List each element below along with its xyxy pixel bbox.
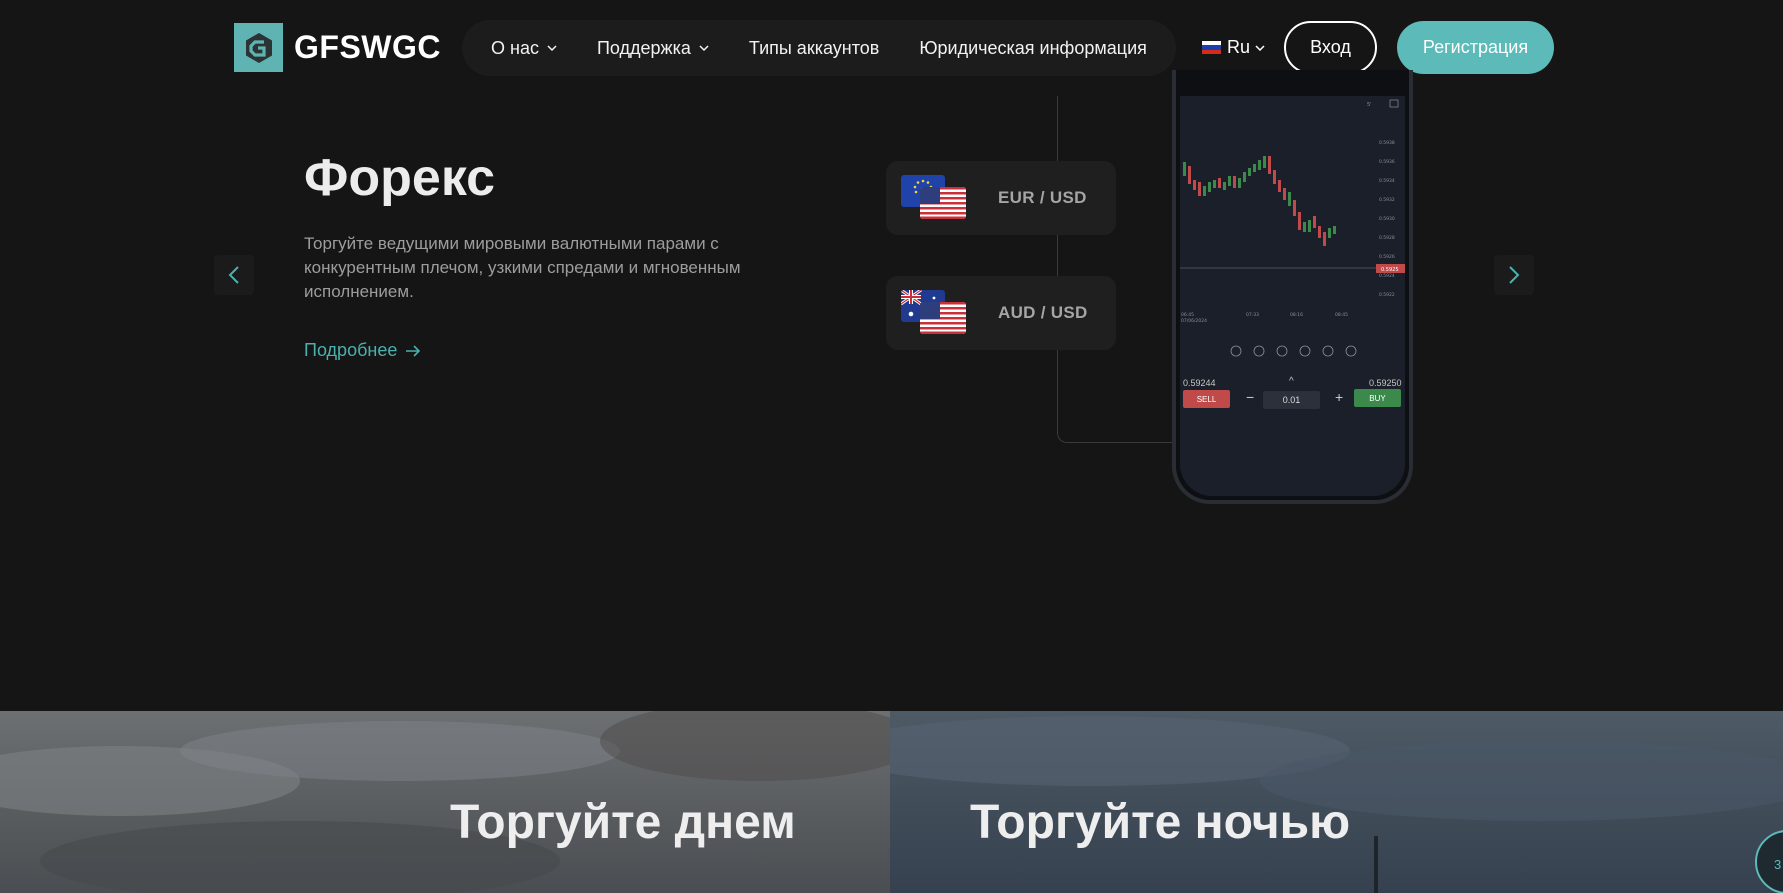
candles [1183,156,1336,246]
slider-next-button[interactable] [1494,255,1534,295]
price-scale-label: 0.5932 [1379,197,1395,203]
slider-prev-button[interactable] [214,255,254,295]
time-label: 08:16 [1290,312,1303,318]
nav-item-label: Юридическая информация [919,37,1147,58]
hero-description: Торгуйте ведущими мировыми валютными пар… [304,234,741,301]
pair-flags [901,290,967,336]
price-scale-label: 0.5936 [1379,159,1395,165]
language-selector[interactable]: Ru [1202,37,1265,58]
sell-button[interactable]: SELL [1183,390,1230,408]
chevron-down-icon [547,45,557,51]
chevron-right-icon [1509,266,1520,284]
time-label: 06:45 [1181,312,1194,318]
nav-item-label: О нас [491,37,539,58]
arrow-right-icon [406,344,421,357]
trade-day-banner[interactable]: Торгуйте днем [0,711,890,893]
chevron-down-icon [699,45,709,51]
more-link-label: Подробнее [304,340,398,360]
connector-line [1057,96,1177,443]
ru-flag-icon [1202,41,1221,54]
nav-item-account-types[interactable]: Типы аккаунтов [749,38,879,59]
lot-increment-button[interactable]: + [1335,389,1343,405]
nav-item-about[interactable]: О нас [491,38,557,59]
trade-night-banner[interactable]: Торгуйте ночью [890,711,1783,893]
nav-item-support[interactable]: Поддержка [597,38,709,59]
login-button[interactable]: Вход [1284,21,1377,74]
more-link[interactable]: Подробнее [304,340,421,361]
chevron-up-icon[interactable]: ^ [1289,376,1294,387]
brand-name: GFSWGC [294,29,441,65]
pair-label: EUR / USD [998,188,1087,207]
pair-label: AUD / USD [998,303,1088,322]
nav-item-label: Поддержка [596,37,691,58]
trade-day-title: Торгуйте днем [450,796,796,849]
price-scale-label: 0.5934 [1379,178,1395,184]
chevron-down-icon [1255,44,1265,51]
price-scale-label: 0.5922 [1379,292,1395,298]
pair-flags [901,175,967,221]
lot-decrement-button[interactable]: − [1246,389,1254,405]
price-scale-label: 0.5928 [1379,235,1395,241]
sell-price: 0.59244 [1183,378,1216,388]
us-flag-icon [920,302,966,334]
buy-price: 0.59250 [1369,378,1402,388]
price-scale-label: 0.5938 [1379,140,1395,146]
nav-item-legal[interactable]: Юридическая информация [919,38,1147,59]
phone-mockup: 5' 0.5925 0.5938 0.5936 0.5934 0.5932 0.… [1172,70,1413,504]
price-scale-label: 0.5930 [1379,216,1395,222]
hero-title: Форекс [304,149,496,207]
trading-screen: 5' 0.5925 0.5938 0.5936 0.5934 0.5932 0.… [1180,96,1405,496]
register-button[interactable]: Регистрация [1397,21,1554,74]
period-label: 5' [1367,102,1372,108]
chat-widget-label: 3 [1774,857,1782,872]
logo[interactable]: GFSWGC [234,23,441,72]
time-label: 07:33 [1246,312,1259,318]
lot-size-input[interactable] [1263,391,1320,409]
pair-card-aud-usd[interactable]: AUD / USD [886,276,1116,350]
language-label: Ru [1227,37,1251,57]
main-nav: О нас Поддержка Типы аккаунтов Юридическ… [462,20,1176,76]
price-scale-label: 0.5926 [1379,254,1395,260]
candlestick-chart: 5' 0.5925 0.5938 0.5936 0.5934 0.5932 0.… [1180,99,1405,357]
logo-icon [234,23,283,72]
time-label: 08:45 [1335,312,1348,318]
pair-card-eur-usd[interactable]: EUR / USD [886,161,1116,235]
buy-button[interactable]: BUY [1354,389,1401,407]
us-flag-icon [920,187,966,219]
current-price-tag: 0.5925 [1381,267,1399,273]
header: GFSWGC О нас Поддержка Типы аккаунтов Юр… [0,0,1783,96]
price-scale-label: 0.5924 [1379,273,1395,279]
trade-night-title: Торгуйте ночью [970,796,1351,849]
nav-item-label: Типы аккаунтов [748,37,880,58]
date-label: 07/06/2024 [1181,318,1207,324]
chevron-left-icon [228,266,239,284]
